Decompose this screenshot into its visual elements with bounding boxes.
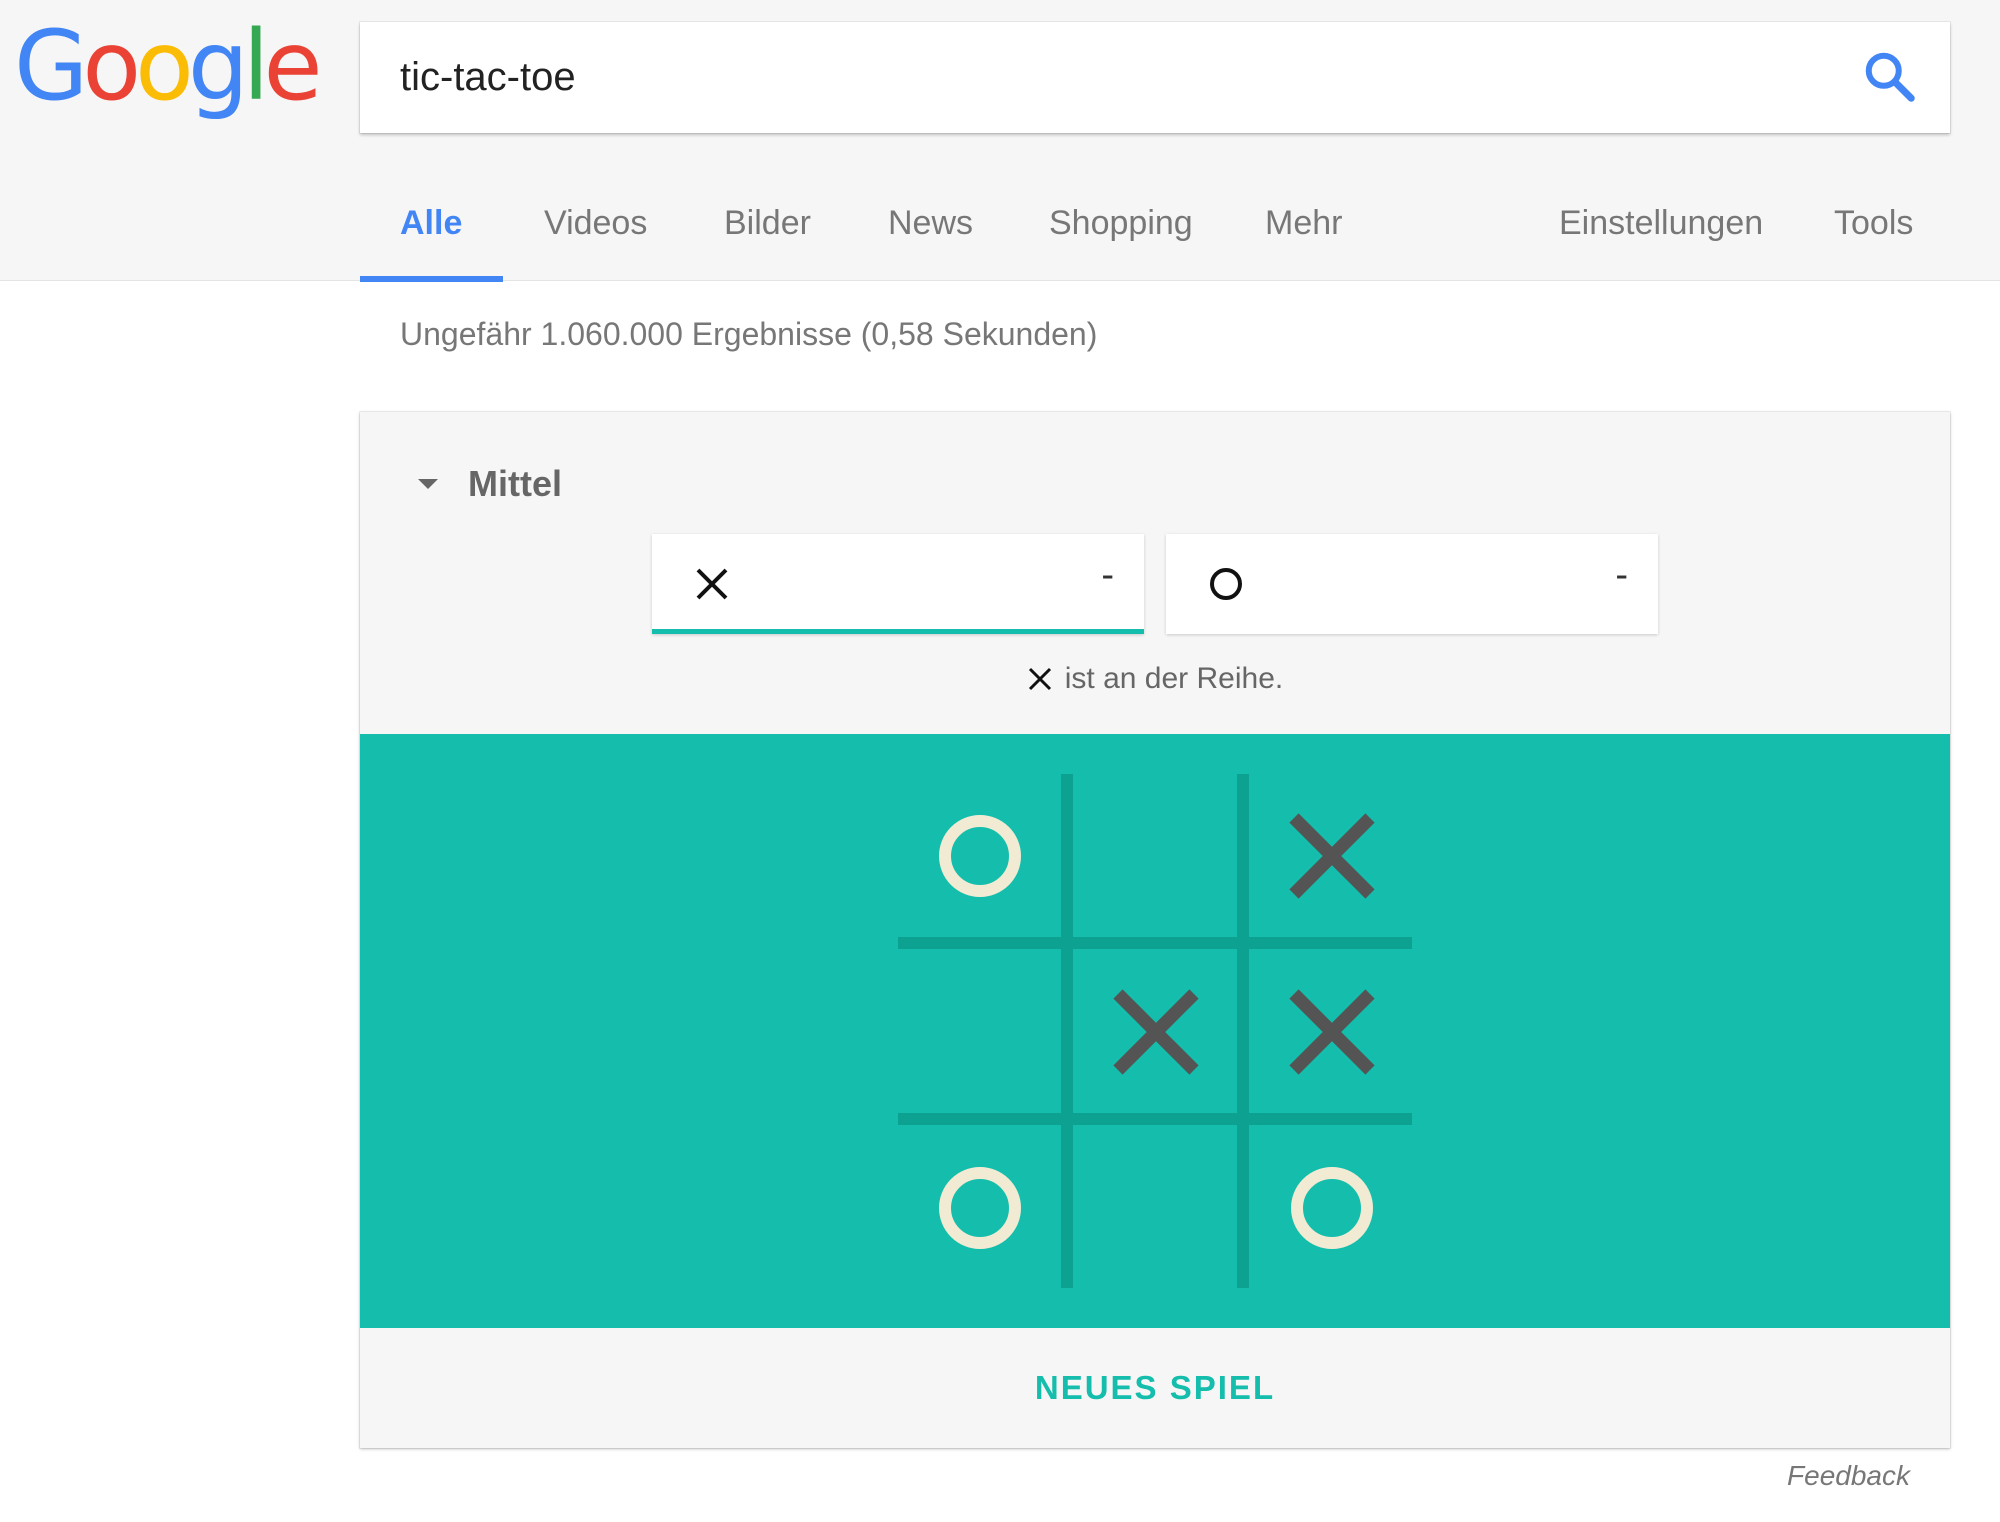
search-tabs: Alle Videos Bilder News Shopping Mehr Ei… [360, 195, 1970, 282]
board-cell[interactable] [1250, 774, 1414, 938]
score-card-x: - [652, 534, 1144, 634]
board-cell[interactable] [898, 950, 1062, 1114]
result-stats: Ungefähr 1.060.000 Ergebnisse (0,58 Seku… [400, 316, 1098, 352]
search-button[interactable] [1860, 47, 1920, 107]
x-mark-icon [1289, 813, 1375, 899]
logo-letter-g: G [14, 10, 88, 122]
turn-indicator: ist an der Reihe. [360, 662, 1950, 696]
grid-line-v1 [1061, 774, 1073, 1288]
o-mark-icon [939, 815, 1021, 897]
score-x-value: - [1101, 554, 1114, 596]
tab-bilder[interactable]: Bilder [724, 195, 811, 281]
grid-line-v2 [1237, 774, 1249, 1288]
x-mark-icon [696, 568, 728, 600]
o-mark-icon [939, 1167, 1021, 1249]
tab-tools[interactable]: Tools [1834, 195, 1913, 281]
x-mark-icon [1289, 989, 1375, 1075]
tictactoe-card: Mittel - - ist an der Reihe. NEUES SPIEL [360, 412, 1950, 1448]
board-grid [898, 774, 1412, 1288]
board-cell[interactable] [1074, 774, 1238, 938]
board-cell[interactable] [1074, 950, 1238, 1114]
feedback-link[interactable]: Feedback [1787, 1460, 1910, 1492]
tab-news[interactable]: News [888, 195, 973, 281]
active-player-indicator [652, 629, 1144, 634]
logo-letter-o2: o [135, 10, 194, 122]
grid-line-h1 [898, 937, 1412, 949]
tab-shopping[interactable]: Shopping [1049, 195, 1193, 281]
search-input[interactable] [400, 22, 1780, 133]
difficulty-dropdown[interactable]: Mittel [418, 452, 562, 516]
difficulty-label: Mittel [468, 463, 562, 504]
search-box [360, 22, 1950, 133]
active-tab-indicator [360, 276, 503, 282]
board-cell[interactable] [898, 1126, 1062, 1290]
board-cell[interactable] [1250, 950, 1414, 1114]
score-o-value: - [1615, 554, 1628, 596]
tab-einstellungen[interactable]: Einstellungen [1559, 195, 1763, 281]
logo-letter-l: l [242, 10, 270, 122]
score-card-o: - [1166, 534, 1658, 634]
search-icon [1865, 52, 1915, 102]
tab-mehr[interactable]: Mehr [1265, 195, 1342, 281]
board-cell[interactable] [1250, 1126, 1414, 1290]
logo-letter-g2: g [187, 10, 249, 122]
tab-alle[interactable]: Alle [400, 195, 462, 281]
board-cell[interactable] [1074, 1126, 1238, 1290]
caret-down-icon [418, 479, 438, 489]
grid-line-h2 [898, 1113, 1412, 1125]
logo-letter-e: e [263, 10, 322, 122]
board-cell[interactable] [898, 774, 1062, 938]
o-mark-icon [1210, 568, 1242, 600]
tab-videos[interactable]: Videos [544, 195, 647, 281]
new-game-label: NEUES SPIEL [1034, 1369, 1276, 1406]
game-board [360, 734, 1950, 1328]
o-mark-icon [1291, 1167, 1373, 1249]
logo-letter-o1: o [82, 10, 141, 122]
x-mark-icon [1113, 989, 1199, 1075]
new-game-button[interactable]: NEUES SPIEL [360, 1328, 1950, 1448]
turn-text: ist an der Reihe. [1064, 662, 1284, 695]
top-bar: Google Alle Videos Bilder News Shopping … [0, 0, 2000, 282]
google-logo[interactable]: Google [14, 10, 323, 122]
x-mark-icon [1028, 667, 1051, 691]
